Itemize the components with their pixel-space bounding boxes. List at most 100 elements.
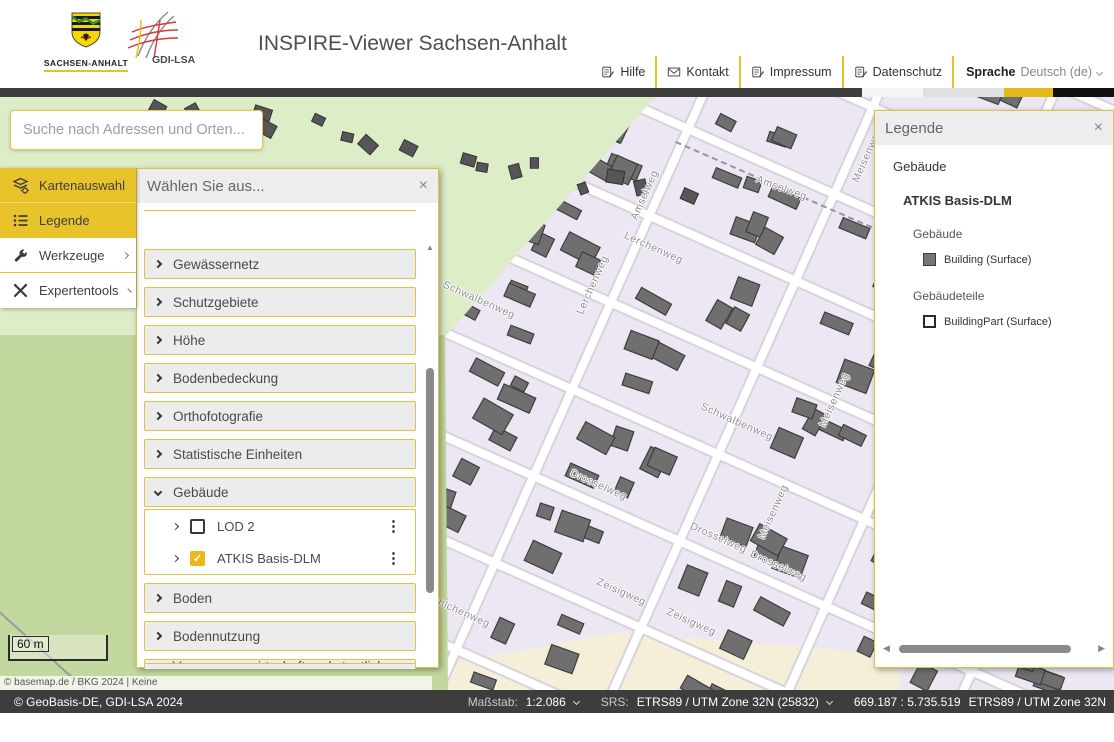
legend-entry-label: Building (Surface) [944,254,1031,266]
chevron-down-icon [1096,68,1103,75]
nav-hilfe[interactable]: Hilfe [591,56,655,88]
chevron-right-icon [154,336,162,344]
street-label: Lerchenweg [622,230,685,267]
scroll-up-icon[interactable]: ▲ [424,243,436,252]
language-value: Deutsch (de) [1020,65,1092,79]
layer-category-list: Gewässernetz Schutzgebiete Höhe Bodenbed… [137,203,438,669]
mail-icon [667,65,681,79]
sublayer-label: LOD 2 [217,519,255,534]
map-attribution: © basemap.de / BKG 2024 | Keine [0,676,432,690]
scroll-left-icon[interactable]: ◀ [883,643,890,654]
nav-impressum[interactable]: Impressum [739,56,842,88]
legend-group-title: Gebäudeteile [913,289,984,303]
strip-segment-black [1053,88,1114,97]
street-label: Schwalbenweg [441,279,517,322]
street-label: Lerchenweg [574,254,611,317]
layer-category-orthofotografie[interactable]: Orthofotografie [144,401,416,431]
strip-segment-gray [923,88,1004,97]
nav-hilfe-label: Hilfe [620,65,645,79]
category-label: Schutzgebiete [173,295,259,310]
scale-bar-label: 60 m [12,636,49,652]
close-icon[interactable]: × [1094,120,1103,136]
chevron-down-icon [573,698,580,705]
chevron-right-icon [154,260,162,268]
map-scale-bar: 60 m [8,635,108,661]
sidebar-item-kartenauswahl[interactable]: Kartenauswahl [0,168,136,203]
layer-category-partial [144,663,416,669]
nav-kontakt[interactable]: Kontakt [655,56,738,88]
srs-label: SRS: [601,695,629,709]
chevron-right-icon [154,298,162,306]
brand-strip [0,88,1114,97]
category-label: Gebäude [173,485,229,500]
gdi-lsa-logo[interactable]: GDI-LSA [122,10,214,76]
layer-category-schutzgebiete[interactable]: Schutzgebiete [144,287,416,317]
map-layers-icon [12,177,29,194]
search-box [10,110,263,150]
street-label: Amselweg [628,168,661,222]
street-label: ehlchenweg [430,594,492,630]
legend-entry-buildingpart: BuildingPart (Surface) [923,315,1052,328]
scale-select[interactable]: 1:2.086 [526,695,579,709]
strip-segment-dark [0,88,862,97]
layer-category-boden[interactable]: Boden [144,583,416,613]
layer-panel-title: Wählen Sie aus... [147,178,265,195]
sublayer-atkis-basis-dlm[interactable]: ✓ ATKIS Basis-DLM ⋮ [145,542,415,574]
nav-datenschutz-label: Datenschutz [873,65,942,79]
scale-value: 1:2.086 [526,695,566,709]
layer-category-bodenbedeckung[interactable]: Bodenbedeckung [144,363,416,393]
layer-category-hoehe[interactable]: Höhe [144,325,416,355]
close-icon[interactable]: × [419,178,428,194]
chevron-down-icon [154,488,162,496]
list-icon [12,212,29,229]
horizontal-scrollbar[interactable]: ◀ ▶ [875,643,1113,655]
scrollbar-thumb[interactable] [426,368,434,593]
scroll-right-icon[interactable]: ▶ [1098,643,1105,654]
language-label: Sprache [966,65,1015,79]
layer-category-gebaeude[interactable]: Gebäude [144,477,416,507]
street-label: Drosselweg [748,548,808,584]
sidebar-item-legende[interactable]: Legende [0,203,136,238]
lod2-checkbox[interactable] [190,519,205,534]
category-label: Gewässernetz [173,257,259,272]
sidebar-item-label: Expertentools [39,283,119,298]
layer-category-statistische-einheiten[interactable]: Statistische Einheiten [144,439,416,469]
layer-category-gewaessernetz[interactable]: Gewässernetz [144,249,416,279]
layer-category-bodennutzung[interactable]: Bodennutzung [144,621,416,651]
category-label: Bodenbedeckung [173,371,278,386]
sidebar-item-werkzeuge[interactable]: Werkzeuge [0,238,136,273]
category-label: Orthofotografie [173,409,263,424]
chevron-right-icon [154,412,162,420]
sublayer-lod2[interactable]: LOD 2 ⋮ [145,510,415,542]
kebab-menu-icon[interactable]: ⋮ [386,517,401,535]
kebab-menu-icon[interactable]: ⋮ [386,549,401,567]
app-window: LerchenwegAmselwegAmselwegLerchenwegLerc… [0,0,1114,742]
search-input[interactable] [11,111,262,149]
legend-panel-title: Legende [885,120,943,137]
layer-select-panel: Wählen Sie aus... × Gewässernetz Schutzg… [136,168,439,668]
vertical-scrollbar[interactable]: ▲ ▼ [424,243,436,669]
status-bar-right: Maßstab: 1:2.086 SRS: ETRS89 / UTM Zone … [468,695,1106,709]
legend-entry-label: BuildingPart (Surface) [944,316,1052,328]
nav-kontakt-label: Kontakt [686,65,728,79]
srs-select[interactable]: ETRS89 / UTM Zone 32N (25832) [637,695,832,709]
nav-datenschutz[interactable]: Datenschutz [842,56,952,88]
chevron-right-icon [127,288,131,292]
legend-layer-title: ATKIS Basis-DLM [903,193,1012,208]
street-label: Amselweg [755,173,809,202]
category-label: Boden [173,591,212,606]
street-label: Zeisigweg [665,606,718,638]
gdi-lsa-label: GDI-LSA [152,54,195,66]
language-selector[interactable]: Sprache Deutsch (de) [952,56,1110,88]
sidebar-item-expertentools[interactable]: Expertentools [0,273,136,308]
top-nav: Hilfe Kontakt Impressum [591,56,1110,88]
check-icon: ✓ [193,552,202,565]
building-swatch [923,253,936,266]
street-label: Schwalbenweg [699,401,775,444]
street-label: Drosselweg [688,520,748,556]
chevron-right-icon [154,594,162,602]
scrollbar-thumb[interactable] [899,645,1071,653]
atkis-checkbox[interactable]: ✓ [190,551,205,566]
category-label: Höhe [173,333,205,348]
chevron-right-icon [154,374,162,382]
